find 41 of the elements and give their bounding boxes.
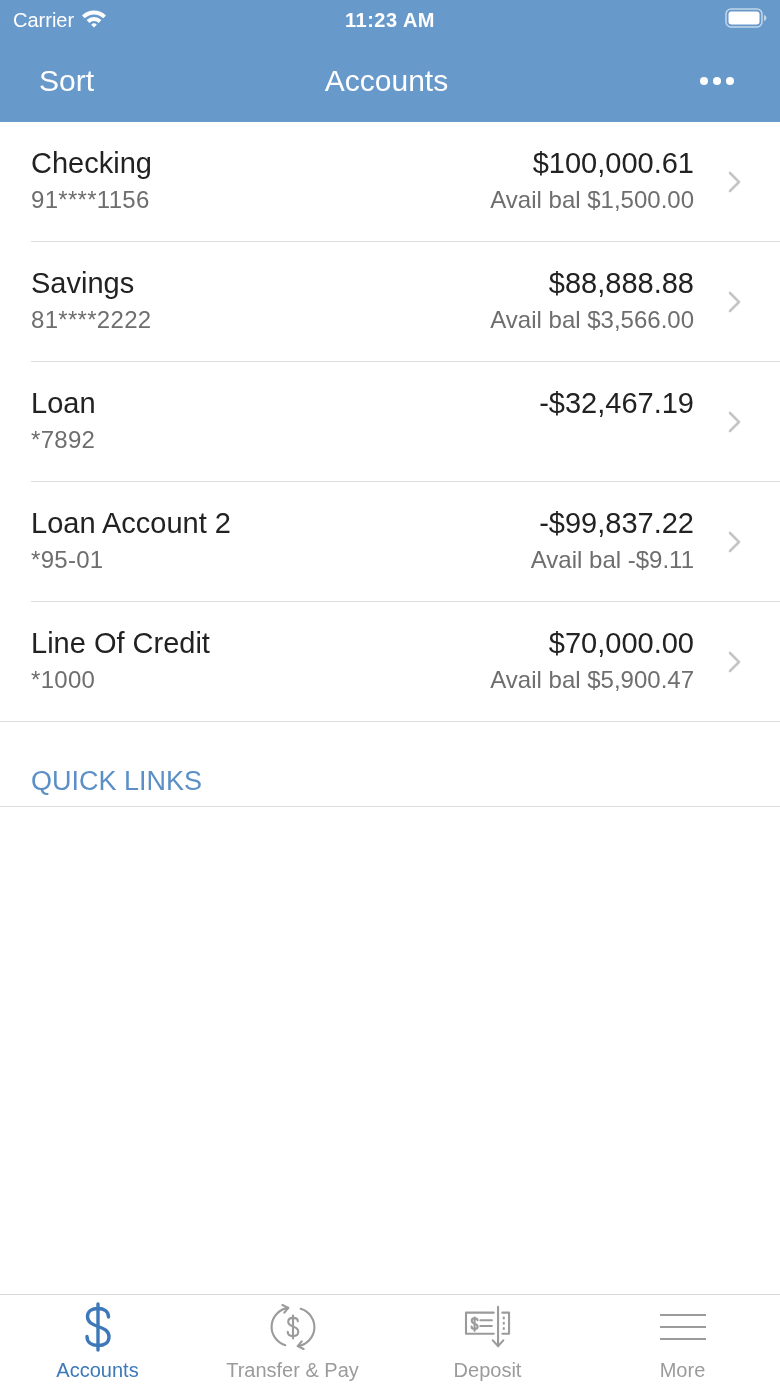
account-balance: $70,000.00 <box>548 626 694 661</box>
chevron-right-icon <box>728 411 741 433</box>
account-row[interactable]: Savings 81****2222 $88,888.88 Avail bal $3,566.00 <box>0 242 780 362</box>
chevron-right-icon <box>728 651 741 673</box>
available-balance: Avail bal $5,900.47 <box>490 665 694 695</box>
check-deposit-icon <box>463 1305 512 1349</box>
wifi-icon <box>81 8 108 28</box>
available-balance: Avail bal -$9.11 <box>530 545 694 575</box>
account-balance: -$99,837.22 <box>539 506 694 541</box>
account-number: 81****2222 <box>31 305 153 335</box>
chevron-right-icon <box>728 531 741 553</box>
account-name: Savings <box>31 266 136 301</box>
section-heading: QUICK LINKS <box>31 766 203 796</box>
currency-exchange-icon <box>269 1304 316 1350</box>
status-time: 11:23 AM <box>345 8 435 32</box>
more-options-icon[interactable] <box>700 77 734 85</box>
tab-button[interactable]: Accounts <box>0 1295 195 1387</box>
account-row[interactable]: Loan Account 2 *95-01 -$99,837.22 Avail bal -$9.11 <box>0 482 780 602</box>
screen-title: Accounts <box>324 64 449 98</box>
menu-icon <box>659 1313 706 1341</box>
carrier-label: Carrier <box>13 8 75 32</box>
battery-icon <box>725 8 767 28</box>
account-row[interactable]: Line Of Credit *1000 $70,000.00 Avail bal $5,900.47 <box>0 602 780 721</box>
account-balance: -$32,467.19 <box>539 386 694 421</box>
account-name: Line Of Credit <box>31 626 211 661</box>
dollar-icon <box>82 1302 113 1352</box>
account-balance: $100,000.61 <box>532 146 694 181</box>
account-row[interactable]: Checking 91****1156 $100,000.61 Avail bal $1,500.00 <box>0 122 780 242</box>
account-number: 91****1156 <box>31 185 151 215</box>
account-name: Checking <box>31 146 153 181</box>
account-name: Loan Account 2 <box>31 506 232 541</box>
account-balance: $88,888.88 <box>548 266 694 301</box>
chevron-right-icon <box>728 171 741 193</box>
account-number: *1000 <box>31 665 97 695</box>
account-number: *7892 <box>31 425 97 455</box>
account-number: *95-01 <box>31 545 105 575</box>
chevron-right-icon <box>728 291 741 313</box>
available-balance: Avail bal $1,500.00 <box>490 185 694 215</box>
available-balance: Avail bal $3,566.00 <box>490 305 694 335</box>
account-name: Loan <box>31 386 97 421</box>
account-row[interactable]: Loan *7892 -$32,467.19 <box>0 362 780 482</box>
